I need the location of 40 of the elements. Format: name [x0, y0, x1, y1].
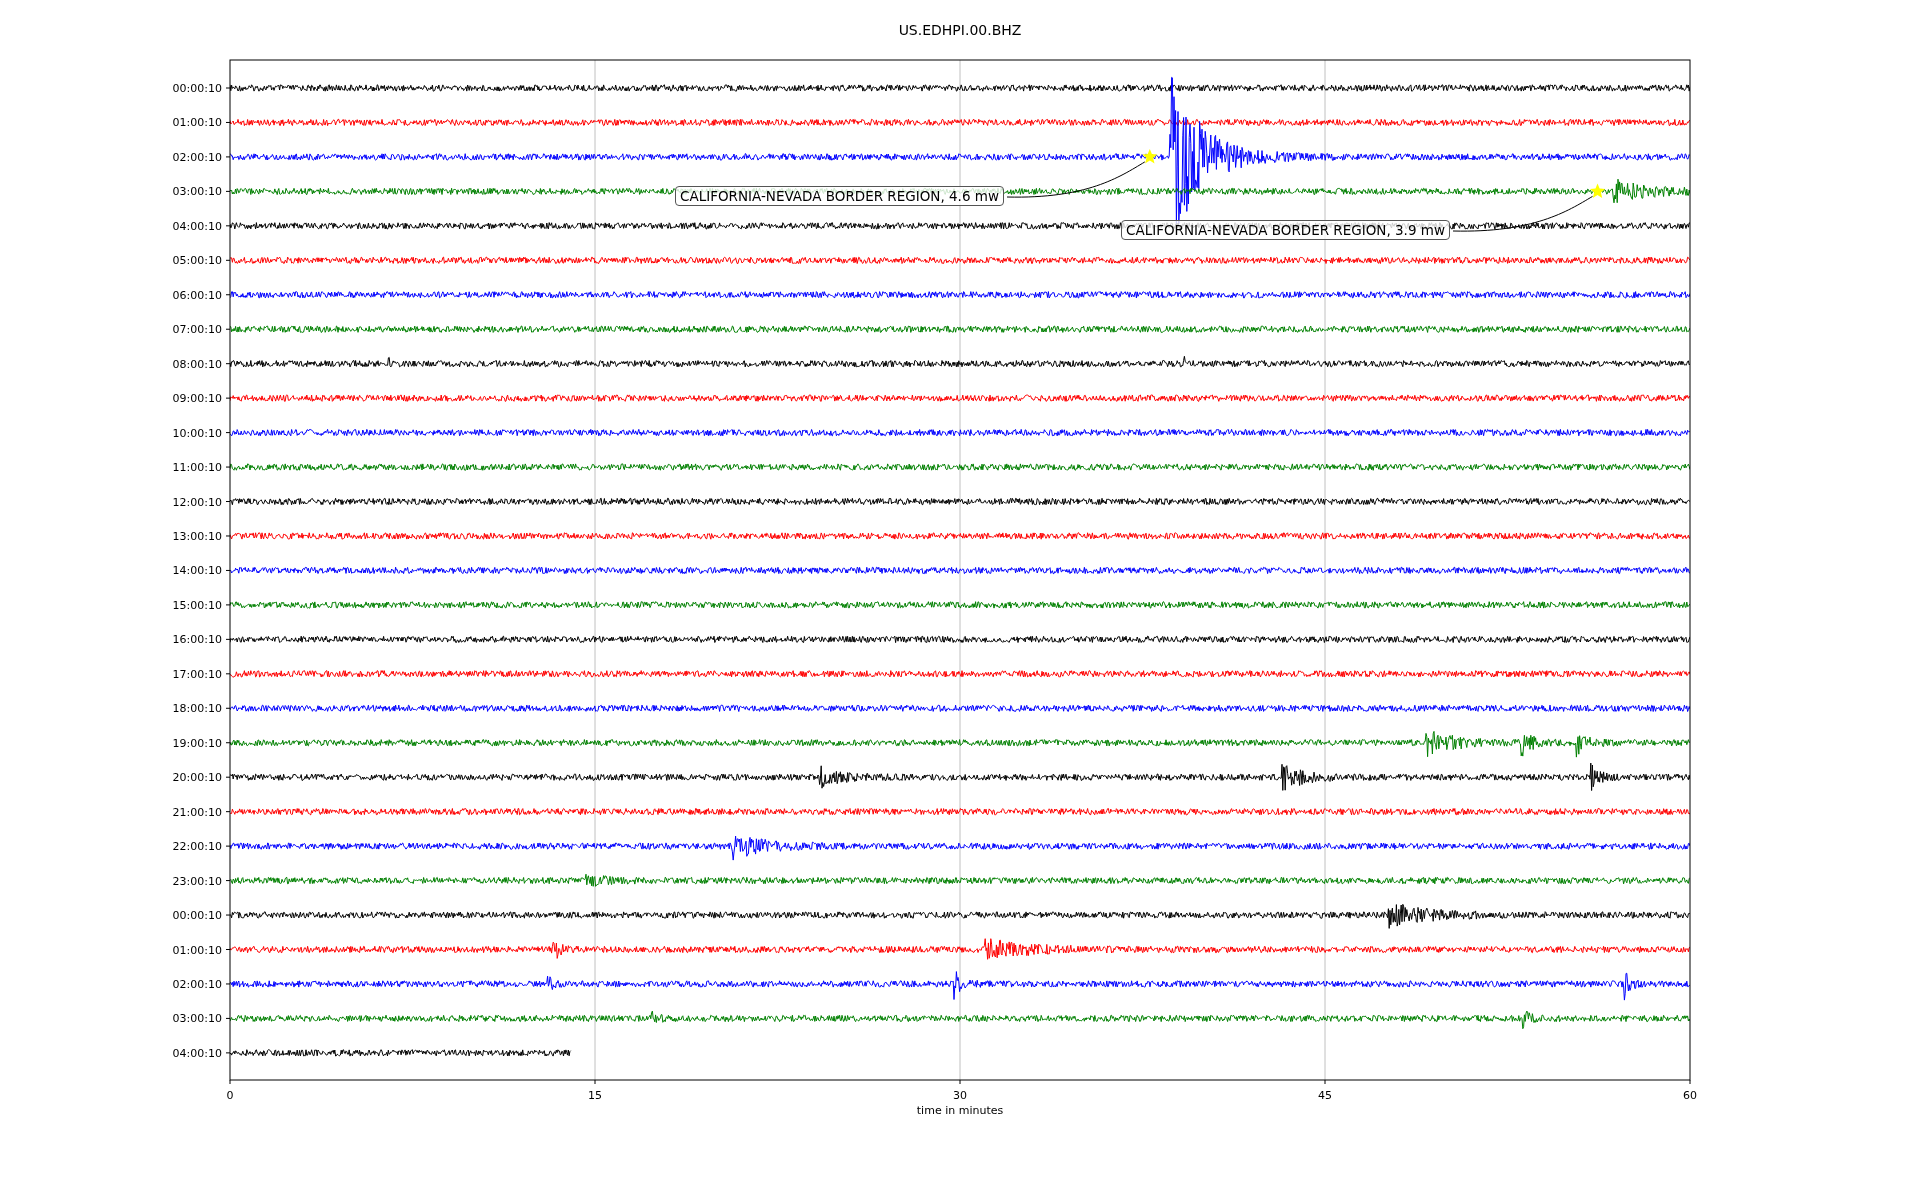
tick-label: 30: [953, 1089, 967, 1102]
row-time-label: 11:00:10: [172, 461, 222, 475]
row-time-label: 02:00:10: [172, 977, 222, 991]
row-time-label: 03:00:10: [172, 1012, 222, 1026]
row-time-label: 12:00:10: [172, 495, 222, 509]
axis-label: time in minutes: [916, 1104, 1004, 1117]
star-icon: [1589, 183, 1606, 198]
row-time-label: 17:00:10: [172, 667, 222, 681]
row-time-label: 15:00:10: [172, 598, 222, 612]
star-icon: [1142, 148, 1158, 164]
row-time-label: 19:00:10: [172, 736, 222, 750]
row-time-label: 14:00:10: [172, 564, 222, 578]
row-time-label: 22:00:10: [172, 840, 222, 854]
row-time-label: 18:00:10: [172, 702, 222, 716]
row-time-label: 09:00:10: [172, 392, 222, 406]
row-time-label: 00:00:10: [172, 909, 222, 923]
row-time-label: 07:00:10: [172, 323, 222, 337]
row-time-label: 01:00:10: [172, 116, 222, 130]
event-label: CALIFORNIA-NEVADA BORDER REGION, 4.6 mw: [675, 186, 1004, 206]
row-time-label: 00:00:10: [172, 82, 222, 95]
row-time-label: 16:00:10: [172, 633, 222, 647]
plot-title: US.EDHPI.00.BHZ: [898, 22, 1022, 38]
tick-label: 15: [588, 1089, 602, 1102]
row-time-label: 21:00:10: [172, 805, 222, 819]
row-time-label: 04:00:10: [172, 1046, 222, 1060]
row-time-label: 23:00:10: [172, 874, 222, 888]
row-time-label: 04:00:10: [172, 219, 222, 233]
row-time-label: 13:00:10: [172, 530, 222, 543]
row-time-label: 06:00:10: [172, 288, 222, 302]
row-time-label: 02:00:10: [172, 150, 222, 164]
tick-label: 45: [1318, 1089, 1332, 1102]
tick-label: 0: [226, 1089, 234, 1102]
event-label: CALIFORNIA-NEVADA BORDER REGION, 3.9 mw: [1121, 220, 1450, 240]
tick-label: 60: [1683, 1089, 1697, 1102]
row-time-label: 10:00:10: [172, 426, 222, 440]
row-time-label: 01:00:10: [172, 943, 222, 957]
row-time-label: 20:00:10: [172, 771, 222, 785]
row-time-label: 03:00:10: [172, 185, 222, 199]
row-time-label: 05:00:10: [172, 254, 222, 268]
row-time-label: 08:00:10: [172, 357, 222, 371]
